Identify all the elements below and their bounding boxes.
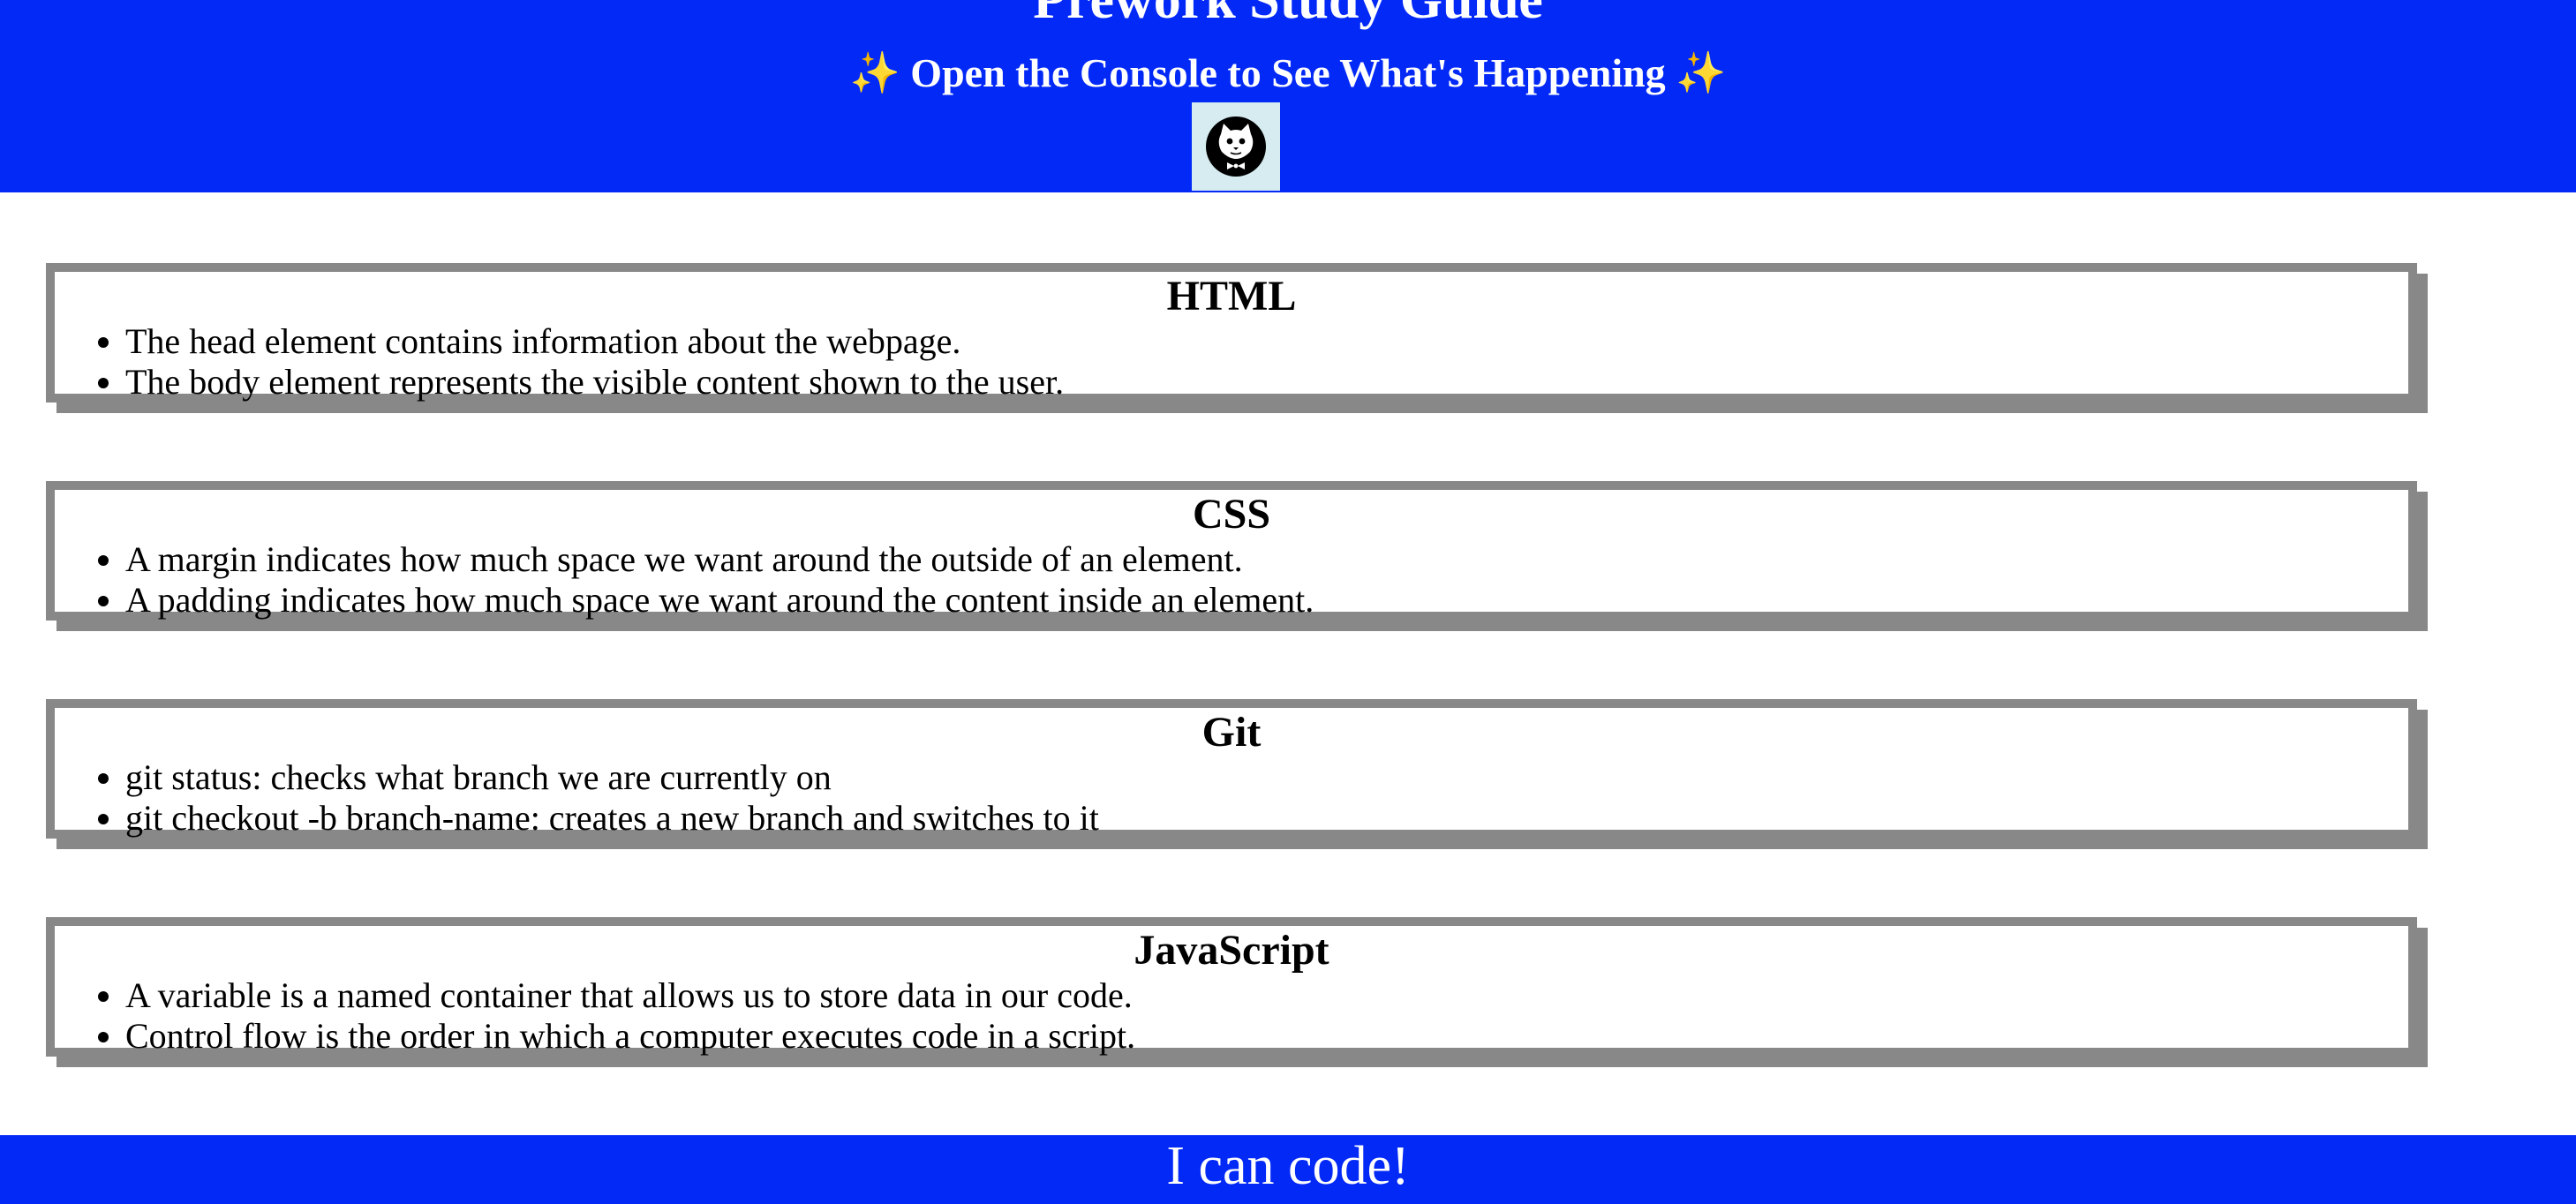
sparkle-icon-right: ✨	[1676, 50, 1727, 95]
section-html: HTML The head element contains informati…	[46, 263, 2417, 403]
footer-text: I can code!	[1166, 1136, 1410, 1196]
sparkle-icon-left: ✨	[849, 50, 900, 95]
logo	[1192, 102, 1280, 191]
section-title: CSS	[1192, 491, 1271, 538]
subtitle-text: Open the Console to See What's Happening	[910, 50, 1666, 95]
list-item: git status: checks what branch we are cu…	[125, 757, 2408, 798]
section-css: CSS A margin indicates how much space we…	[46, 481, 2417, 621]
section-list: The head element contains information ab…	[55, 321, 2408, 403]
section-title: Git	[1201, 709, 1262, 756]
section-title: JavaScript	[1134, 927, 1329, 974]
section-title: HTML	[1166, 273, 1297, 320]
section-list: A margin indicates how much space we wan…	[55, 539, 2408, 621]
list-item: Control flow is the order in which a com…	[125, 1016, 2408, 1057]
section-git: Git git status: checks what branch we ar…	[46, 699, 2417, 839]
page-subtitle: ✨ Open the Console to See What's Happeni…	[0, 44, 2576, 102]
list-item: A variable is a named container that all…	[125, 975, 2408, 1016]
page-footer: I can code!	[0, 1135, 2576, 1204]
list-item: The body element represents the visible …	[125, 362, 2408, 403]
list-item: A margin indicates how much space we wan…	[125, 539, 2408, 580]
page-title: Prework Study Guide	[1033, 0, 1543, 30]
list-item: A padding indicates how much space we wa…	[125, 580, 2408, 621]
section-list: A variable is a named container that all…	[55, 975, 2408, 1057]
section-javascript: JavaScript A variable is a named contain…	[46, 917, 2417, 1057]
list-item: The head element contains information ab…	[125, 321, 2408, 362]
section-list: git status: checks what branch we are cu…	[55, 757, 2408, 839]
cat-logo-icon	[1206, 117, 1266, 177]
page-header: Prework Study Guide ✨ Open the Console t…	[0, 0, 2576, 192]
list-item: git checkout -b branch-name: creates a n…	[125, 798, 2408, 839]
